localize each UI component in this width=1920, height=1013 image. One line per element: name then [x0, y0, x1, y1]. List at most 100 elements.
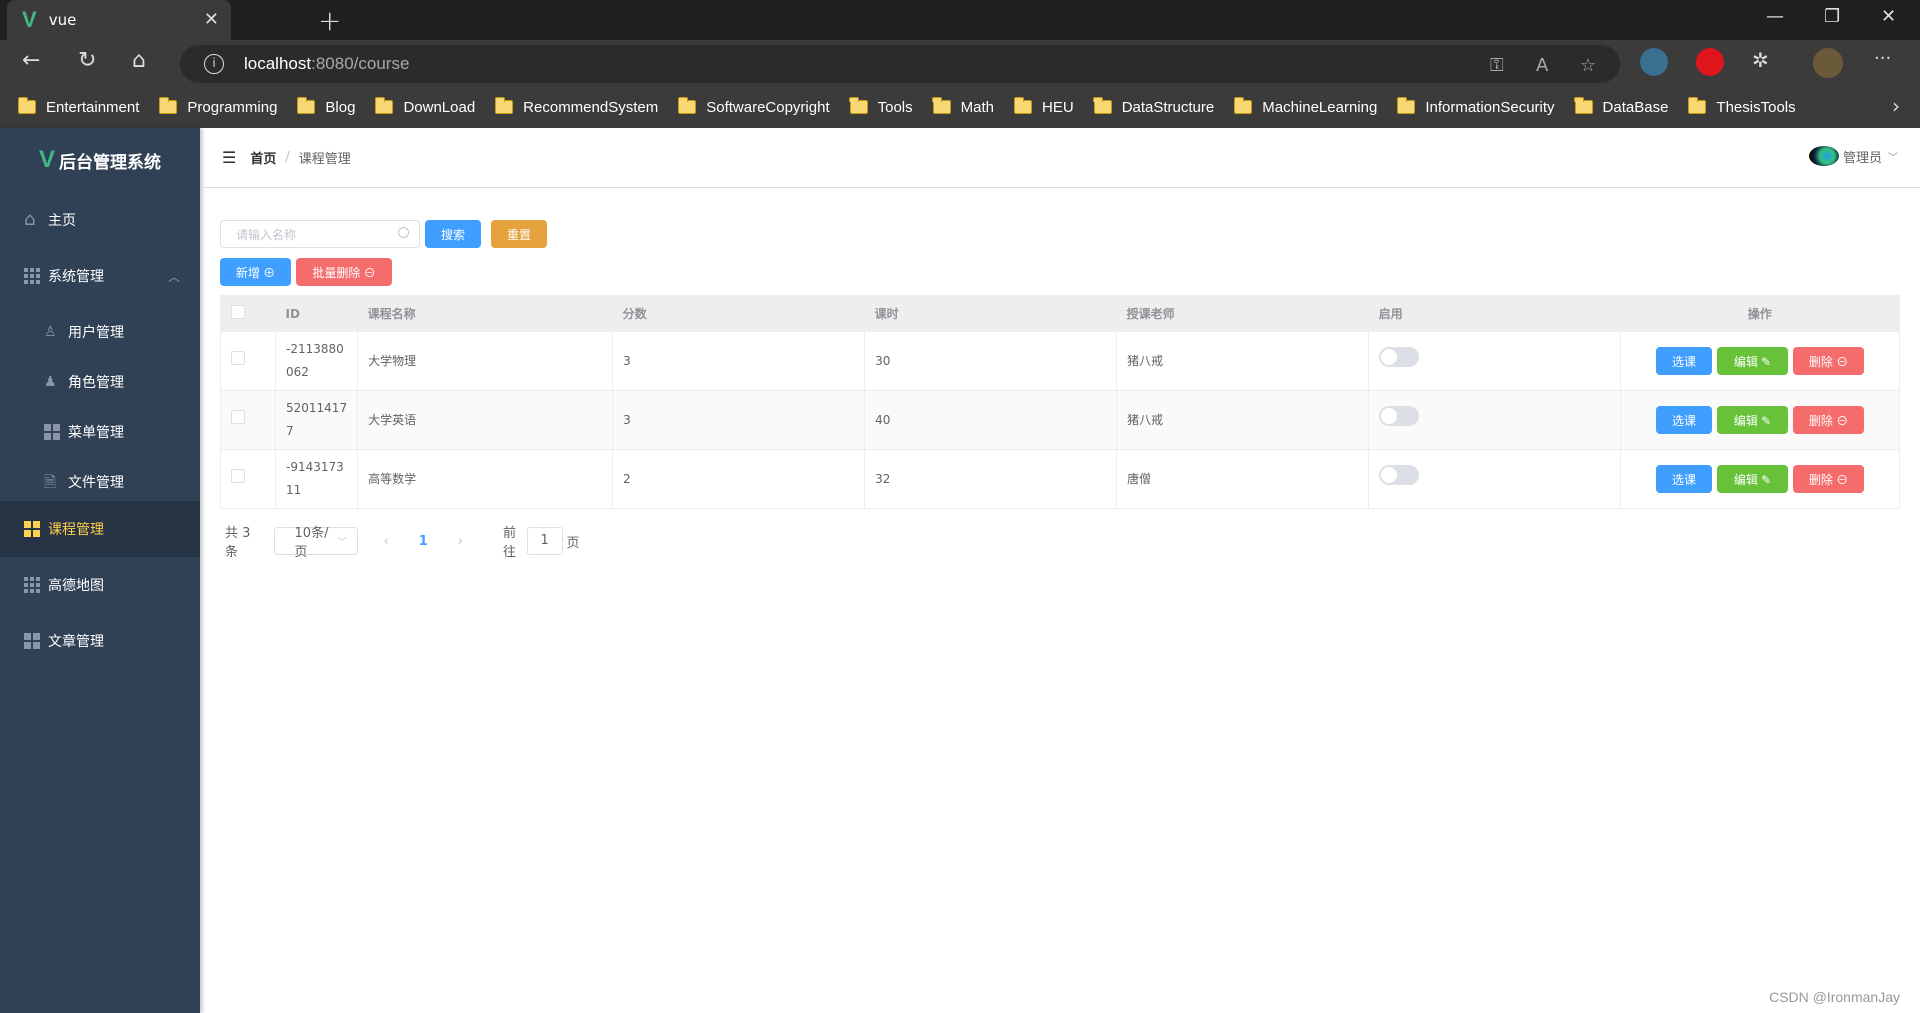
bookmark-folder[interactable]: Tools: [849, 97, 913, 116]
column-header: 分数: [612, 295, 865, 332]
edit-button[interactable]: 编辑 ✎: [1717, 406, 1789, 434]
page-suffix: 页: [566, 535, 580, 551]
select-all-checkbox[interactable]: [231, 305, 245, 319]
collapse-menu-icon[interactable]: ☰: [222, 148, 236, 167]
back-icon[interactable]: ←: [22, 48, 40, 73]
delete-button[interactable]: 删除 ⊖: [1793, 465, 1865, 493]
refresh-icon[interactable]: ↻: [78, 48, 96, 73]
score-cell: 3: [612, 331, 866, 391]
row-checkbox[interactable]: [231, 350, 245, 365]
goto-page-input[interactable]: 1: [526, 527, 563, 555]
bookmark-folder[interactable]: ThesisTools: [1687, 97, 1796, 116]
extensions-icon[interactable]: ✲: [1752, 48, 1769, 72]
info-icon[interactable]: i: [204, 54, 224, 74]
bookmark-folder[interactable]: Programming: [158, 97, 277, 116]
page-number[interactable]: 1: [419, 534, 428, 549]
sidebar-item-home[interactable]: ⌂ 主页: [0, 192, 200, 248]
new-tab-button[interactable]: +: [318, 4, 341, 37]
folder-icon: [1093, 97, 1112, 114]
bookmark-folder[interactable]: DataStructure: [1093, 97, 1214, 116]
goto-label: 前往: [502, 526, 516, 560]
score-cell: 3: [612, 390, 866, 450]
edit-button[interactable]: 编辑 ✎: [1717, 347, 1789, 375]
add-button[interactable]: 新增 ⊕: [220, 258, 291, 286]
reset-button[interactable]: 重置: [491, 220, 547, 248]
row-checkbox[interactable]: [231, 409, 245, 424]
sidebar-item-system[interactable]: 系统管理 ︿: [0, 248, 200, 304]
sidebar-item-roles[interactable]: ♟ 角色管理: [0, 354, 200, 410]
prev-page-button[interactable]: ‹: [384, 534, 389, 549]
bookmark-folder[interactable]: MachineLearning: [1233, 97, 1377, 116]
profile-avatar[interactable]: [1813, 48, 1843, 78]
avatar: [1808, 146, 1839, 166]
user-dropdown[interactable]: 管理员 ﹀: [1808, 146, 1898, 166]
add-favorite-icon[interactable]: ☆: [1580, 55, 1596, 76]
bookmark-folder[interactable]: Math: [932, 97, 994, 116]
table-row: -2113880 062 大学物理 3 30 猪八戒 选课 编辑 ✎ 删除 ⊖: [220, 331, 1900, 391]
select-course-button[interactable]: 选课: [1656, 465, 1713, 493]
column-header: 授课老师: [1116, 295, 1369, 332]
column-header: ID: [275, 295, 358, 332]
select-course-button[interactable]: 选课: [1656, 406, 1713, 434]
page-size-select[interactable]: 10条/页 ﹀: [273, 526, 358, 560]
folder-icon: [1687, 97, 1707, 114]
bookmark-folder[interactable]: DownLoad: [374, 97, 475, 116]
table-row: 52011417 7 大学英语 3 40 猪八戒 选课 编辑 ✎ 删除 ⊖: [220, 390, 1900, 450]
folder-icon: [374, 97, 394, 114]
window-close-icon[interactable]: ✕: [1881, 6, 1896, 27]
name-cell: 大学物理: [357, 331, 614, 391]
bookmark-folder[interactable]: InformationSecurity: [1396, 97, 1555, 116]
key-icon[interactable]: ⚿: [1490, 55, 1504, 76]
bookmark-folder[interactable]: HEU: [1013, 97, 1074, 116]
bookmark-folder[interactable]: Blog: [296, 97, 355, 116]
more-icon[interactable]: ···: [1874, 48, 1891, 69]
edit-button[interactable]: 编辑 ✎: [1717, 465, 1789, 493]
hours-cell: 30: [864, 331, 1118, 391]
sidebar-item-articles[interactable]: 文章管理: [0, 613, 200, 669]
enable-toggle[interactable]: [1379, 347, 1420, 367]
batch-delete-button[interactable]: 批量删除 ⊖: [296, 258, 392, 286]
minimize-icon[interactable]: —: [1766, 6, 1784, 27]
close-tab-icon[interactable]: ✕: [204, 9, 219, 30]
bookmark-folder[interactable]: RecommendSystem: [494, 97, 658, 116]
tab-title: vue: [48, 11, 77, 29]
sidebar-item-menus[interactable]: 菜单管理: [0, 404, 200, 460]
document-icon: 🗎: [44, 473, 57, 491]
restore-icon[interactable]: ❐: [1824, 6, 1840, 27]
select-course-button[interactable]: 选课: [1656, 347, 1713, 375]
sidebar-item-courses[interactable]: 课程管理: [0, 501, 200, 557]
vue-logo-icon: V: [38, 146, 55, 173]
folder-icon: [1233, 97, 1253, 114]
bookmark-folder[interactable]: DataBase: [1574, 97, 1668, 116]
sidebar-item-users[interactable]: ♙ 用户管理: [0, 304, 200, 360]
home-browser-icon[interactable]: ⌂: [132, 48, 146, 73]
delete-button[interactable]: 删除 ⊖: [1793, 406, 1865, 434]
search-button[interactable]: 搜索: [425, 220, 481, 248]
address-bar[interactable]: i localhost:8080/course ⚿ A ☆: [180, 45, 1620, 83]
next-page-button[interactable]: ›: [458, 534, 463, 549]
folder-icon: [1013, 97, 1033, 114]
user-solid-icon: ♟: [44, 374, 57, 390]
menu-icon: [24, 521, 40, 537]
extension-glasses-icon[interactable]: [1640, 48, 1668, 76]
score-cell: 2: [612, 449, 866, 509]
enable-toggle[interactable]: [1379, 465, 1420, 485]
bookmark-folder[interactable]: SoftwareCopyright: [677, 97, 830, 116]
more-bookmarks-icon[interactable]: ›: [1892, 94, 1900, 118]
row-checkbox[interactable]: [231, 468, 245, 483]
read-aloud-icon[interactable]: A: [1536, 55, 1548, 76]
delete-button[interactable]: 删除 ⊖: [1793, 347, 1865, 375]
bookmark-folder[interactable]: Entertainment: [17, 97, 139, 116]
breadcrumb-home[interactable]: 首页: [250, 148, 276, 167]
name-cell: 大学英语: [357, 390, 614, 450]
breadcrumb-current: 课程管理: [298, 152, 351, 167]
browser-tab[interactable]: V vue ✕: [7, 0, 231, 40]
search-input[interactable]: 请输入名称: [220, 220, 420, 248]
grid-icon: [24, 268, 40, 284]
url-text[interactable]: localhost:8080/course: [244, 54, 409, 74]
watermark: CSDN @IronmanJay: [1769, 989, 1900, 1005]
sidebar-item-map[interactable]: 高德地图: [0, 557, 200, 613]
table-header-row: ID 课程名称 分数 课时 授课老师 启用 操作: [220, 295, 1900, 332]
adblock-icon[interactable]: [1696, 48, 1724, 76]
enable-toggle[interactable]: [1379, 406, 1420, 426]
